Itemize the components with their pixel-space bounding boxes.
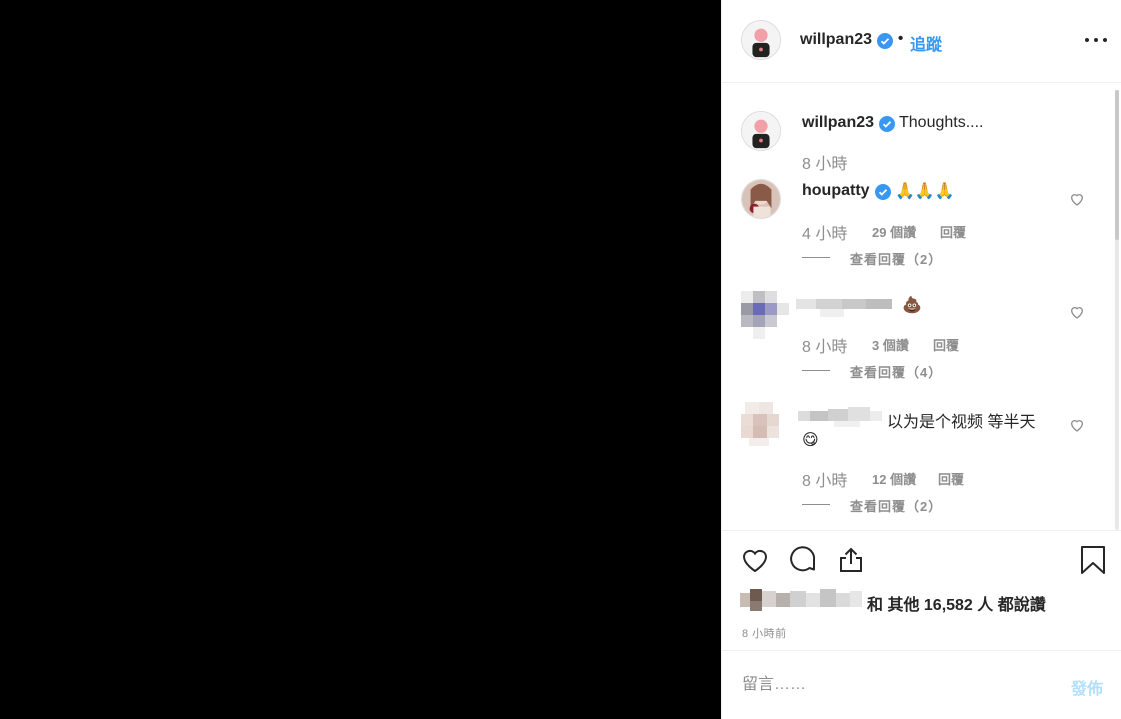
comment-text-emoji: 😋 (802, 432, 819, 449)
post-header: willpan23 • 追蹤 (722, 0, 1121, 83)
caption-username[interactable]: willpan23 (802, 114, 874, 132)
like-comment-heart-icon[interactable] (1069, 191, 1085, 207)
comment-likes[interactable]: 29 個讚 (872, 222, 916, 241)
comment-username[interactable]: houpatty (802, 182, 870, 200)
comment-time[interactable]: 4 小時 (802, 220, 847, 244)
reply-line (802, 504, 830, 505)
verified-icon (877, 33, 893, 49)
comment-icon[interactable] (788, 545, 818, 575)
reply-button[interactable]: 回覆 (940, 222, 966, 241)
author-avatar[interactable] (741, 20, 781, 60)
likers-avatars-redacted[interactable] (740, 589, 864, 611)
comment-text: 以为是个视频 等半天 (887, 414, 1036, 431)
likes-count[interactable]: 和 其他 16,582 人 都說讚 (867, 591, 1046, 615)
comment-avatar[interactable] (741, 179, 781, 219)
like-comment-heart-icon[interactable] (1069, 417, 1085, 433)
more-options-icon[interactable] (1085, 31, 1107, 49)
verified-icon (879, 116, 895, 132)
post-side-panel: willpan23 • 追蹤 willpan23 Thoughts.... 8 … (721, 0, 1121, 719)
post-comment-button[interactable]: 發佈 (1071, 675, 1103, 699)
post-timestamp[interactable]: 8 小時前 (742, 625, 787, 641)
comment-username-redacted[interactable] (798, 407, 884, 427)
comments-scrollbar[interactable] (1115, 90, 1119, 530)
verified-icon (875, 184, 891, 200)
caption-time[interactable]: 8 小時 (802, 150, 847, 174)
reply-button[interactable]: 回覆 (938, 469, 964, 488)
comment-likes[interactable]: 12 個讚 (872, 469, 916, 488)
comments-list[interactable]: willpan23 Thoughts.... 8 小時 houpatty 🙏🙏🙏… (722, 84, 1121, 530)
separator-dot: • (898, 30, 904, 47)
post-actions: 和 其他 16,582 人 都說讚 8 小時前 (722, 530, 1121, 650)
comment-avatar[interactable] (741, 402, 781, 446)
follow-button[interactable]: 追蹤 (910, 31, 942, 55)
view-replies-button[interactable]: 查看回覆（4） (850, 362, 942, 381)
comment-composer: 發佈 (722, 650, 1121, 719)
heart-icon[interactable] (740, 545, 770, 575)
view-replies-button[interactable]: 查看回覆（2） (850, 496, 942, 515)
comment-input[interactable] (742, 671, 1042, 699)
comment-text: 🙏🙏🙏 (895, 183, 955, 200)
reply-button[interactable]: 回覆 (933, 335, 959, 354)
caption-text: Thoughts.... (899, 114, 984, 131)
comment-time[interactable]: 8 小時 (802, 333, 847, 357)
reply-line (802, 257, 830, 258)
view-replies-button[interactable]: 查看回覆（2） (850, 249, 942, 268)
like-comment-heart-icon[interactable] (1069, 304, 1085, 320)
comment-time[interactable]: 8 小時 (802, 467, 847, 491)
comment-likes[interactable]: 3 個讚 (872, 335, 909, 354)
share-icon[interactable] (836, 545, 866, 575)
post-media[interactable] (0, 0, 721, 719)
comment-text: 💩 (902, 297, 922, 314)
reply-line (802, 370, 830, 371)
caption-avatar[interactable] (741, 111, 781, 151)
bookmark-icon[interactable] (1078, 545, 1108, 575)
comment-avatar[interactable] (741, 291, 789, 339)
comment-username-redacted[interactable] (796, 297, 896, 319)
author-username[interactable]: willpan23 (800, 31, 872, 49)
